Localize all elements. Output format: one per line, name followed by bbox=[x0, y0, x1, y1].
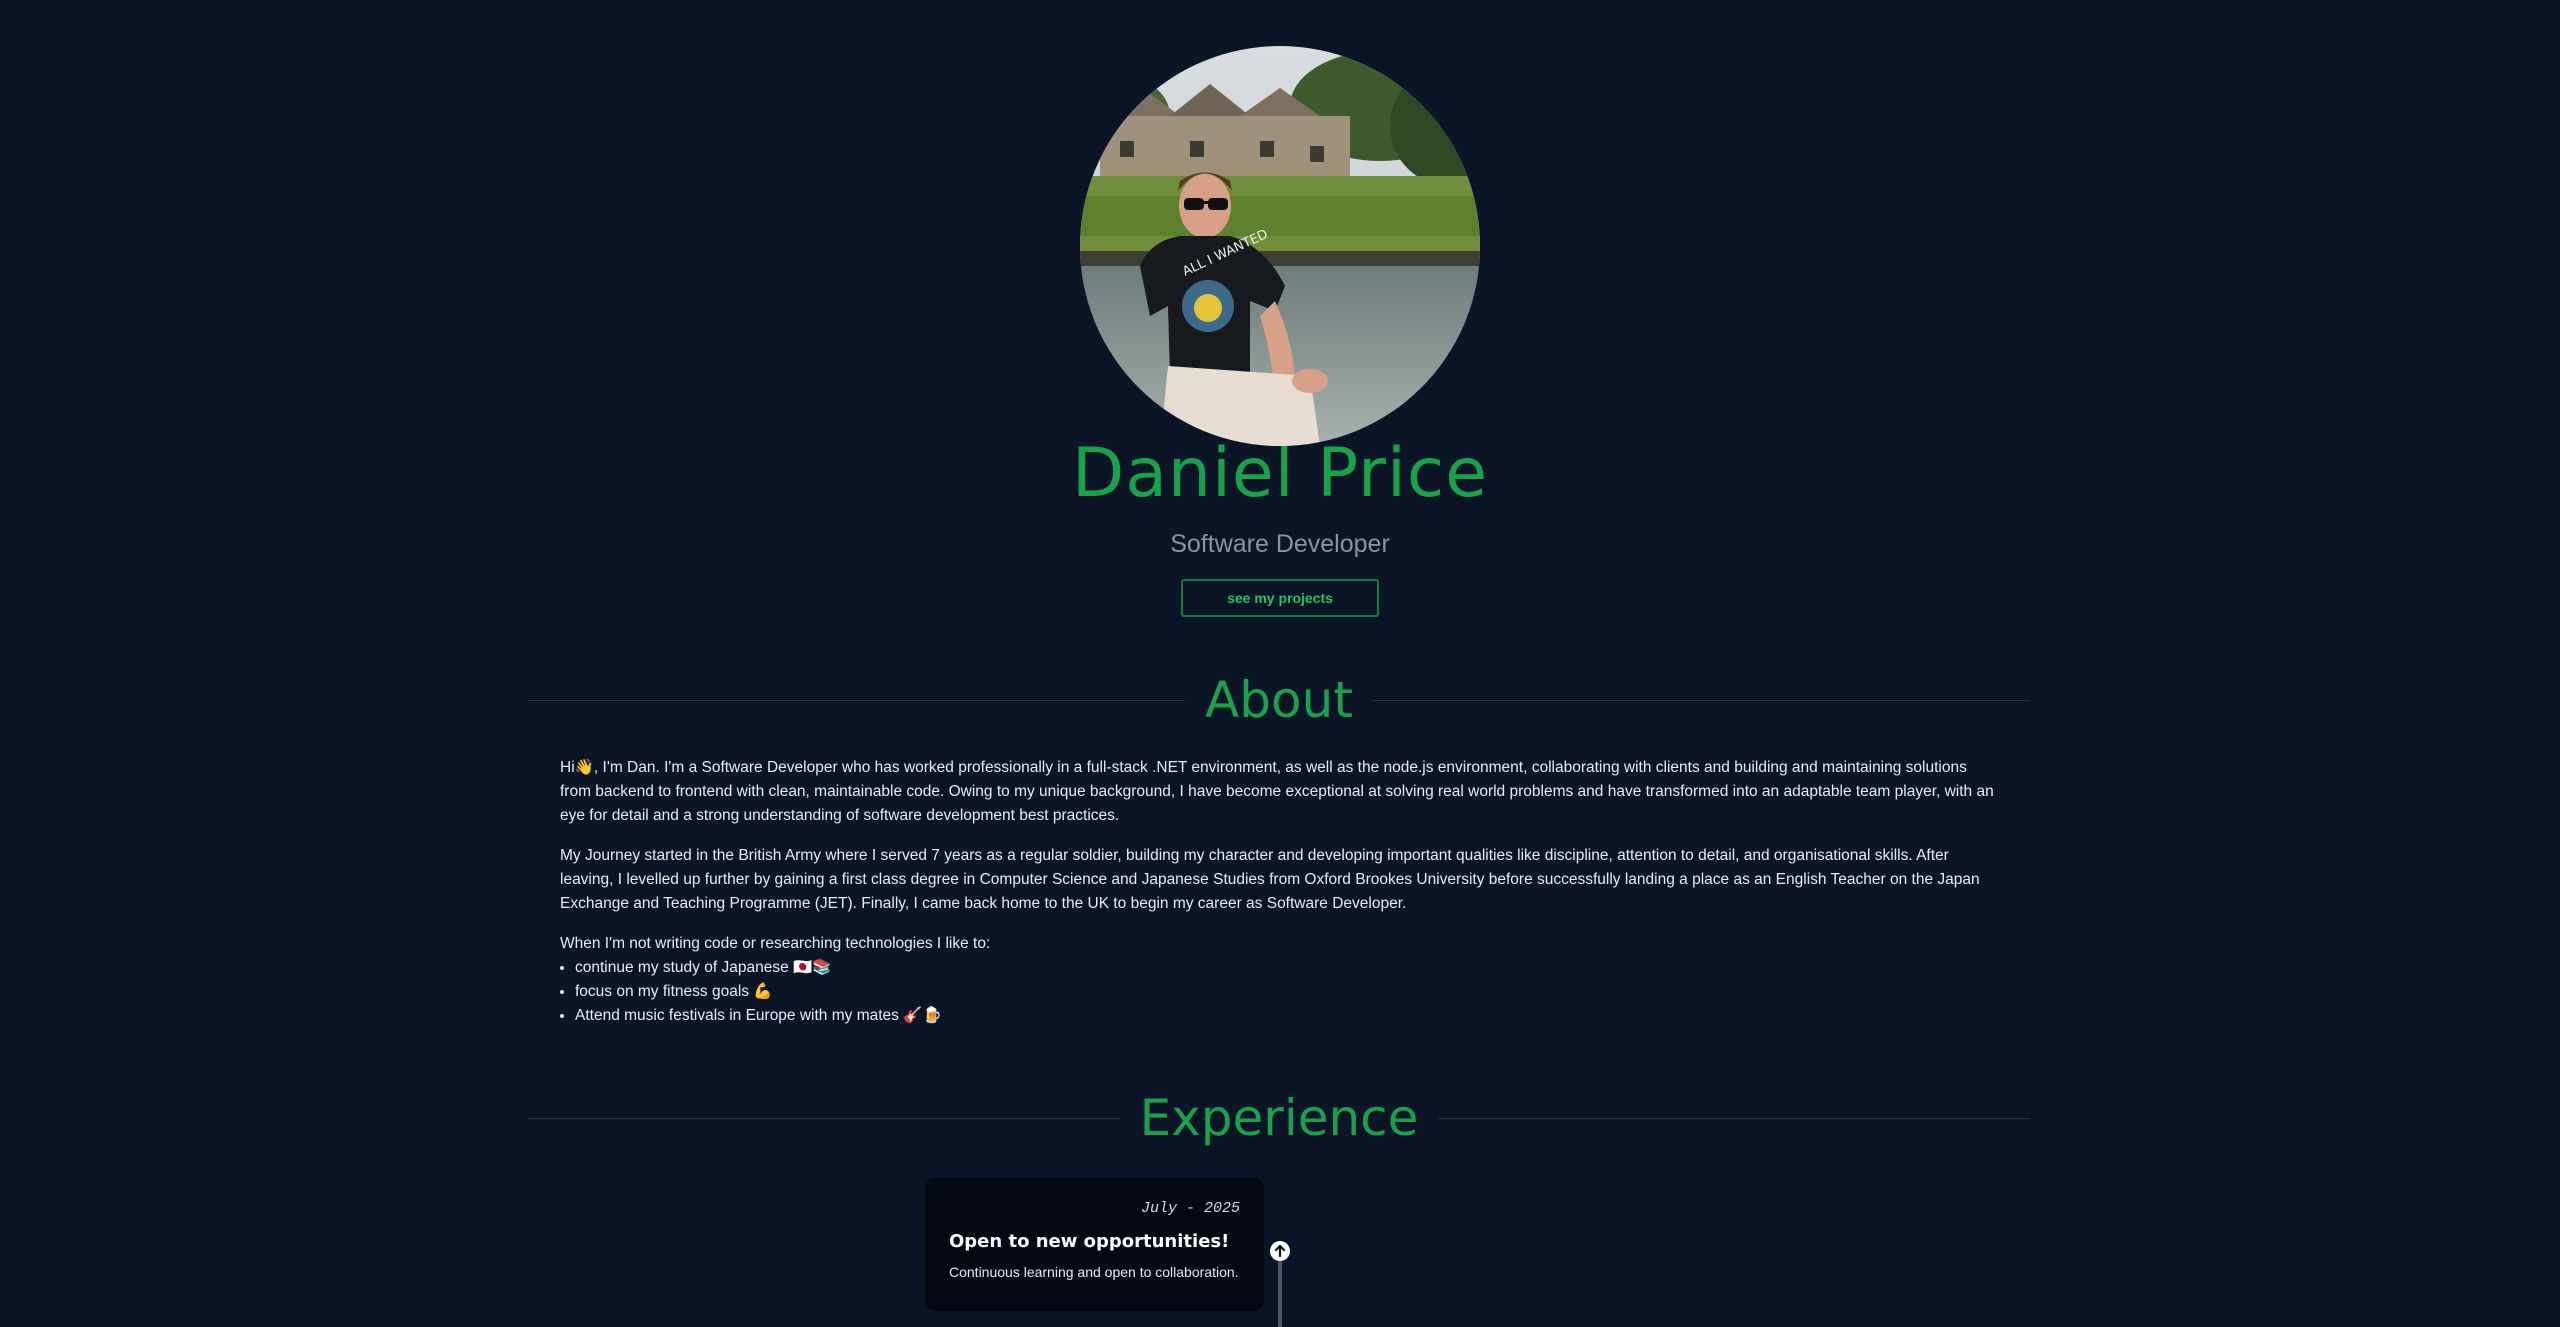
divider-line bbox=[1438, 1117, 2030, 1119]
timeline-marker bbox=[1270, 1241, 1290, 1261]
arrow-up-icon bbox=[1274, 1244, 1286, 1258]
hobbies-intro: When I'm not writing code or researching… bbox=[560, 935, 991, 952]
experience-heading-row: Experience bbox=[528, 1093, 2030, 1143]
list-item: focus on my fitness goals 💪 bbox=[575, 980, 2000, 1004]
about-heading-row: About bbox=[528, 671, 2031, 729]
profile-name: Daniel Price bbox=[1071, 434, 1489, 513]
see-projects-button[interactable]: see my projects bbox=[1181, 579, 1379, 617]
profile-photo-image: ALL I WANTED bbox=[1080, 46, 1480, 446]
hero-section: ALL I WANTED Daniel Price Software Devel… bbox=[0, 46, 2560, 617]
experience-heading: Experience bbox=[1139, 1089, 1419, 1147]
divider-line bbox=[1372, 699, 2031, 701]
divider-line bbox=[528, 699, 1186, 701]
about-paragraph-journey: My Journey started in the British Army w… bbox=[560, 847, 1980, 912]
about-paragraph-intro: Hi👋, I'm Dan. I'm a Software Developer w… bbox=[560, 759, 1994, 824]
divider-line bbox=[528, 1117, 1120, 1119]
portfolio-page: ALL I WANTED Daniel Price Software Devel… bbox=[0, 0, 2560, 1327]
timeline-line bbox=[1278, 1261, 1282, 1327]
experience-description: Continuous learning and open to collabor… bbox=[949, 1264, 1239, 1280]
profile-role: Software Developer bbox=[1170, 530, 1390, 558]
about-heading: About bbox=[1205, 671, 1353, 729]
about-body: Hi👋, I'm Dan. I'm a Software Developer w… bbox=[560, 756, 2000, 1028]
experience-date: July - 2025 bbox=[1140, 1200, 1240, 1217]
experience-title: Open to new opportunities! bbox=[949, 1231, 1230, 1252]
profile-photo: ALL I WANTED bbox=[1080, 46, 1480, 446]
list-item: continue my study of Japanese 🇯🇵📚 bbox=[575, 956, 2000, 980]
list-item: Attend music festivals in Europe with my… bbox=[575, 1004, 2000, 1028]
experience-card: July - 2025 Open to new opportunities! C… bbox=[925, 1178, 1264, 1311]
hobbies-list: continue my study of Japanese 🇯🇵📚 focus … bbox=[560, 956, 2000, 1028]
